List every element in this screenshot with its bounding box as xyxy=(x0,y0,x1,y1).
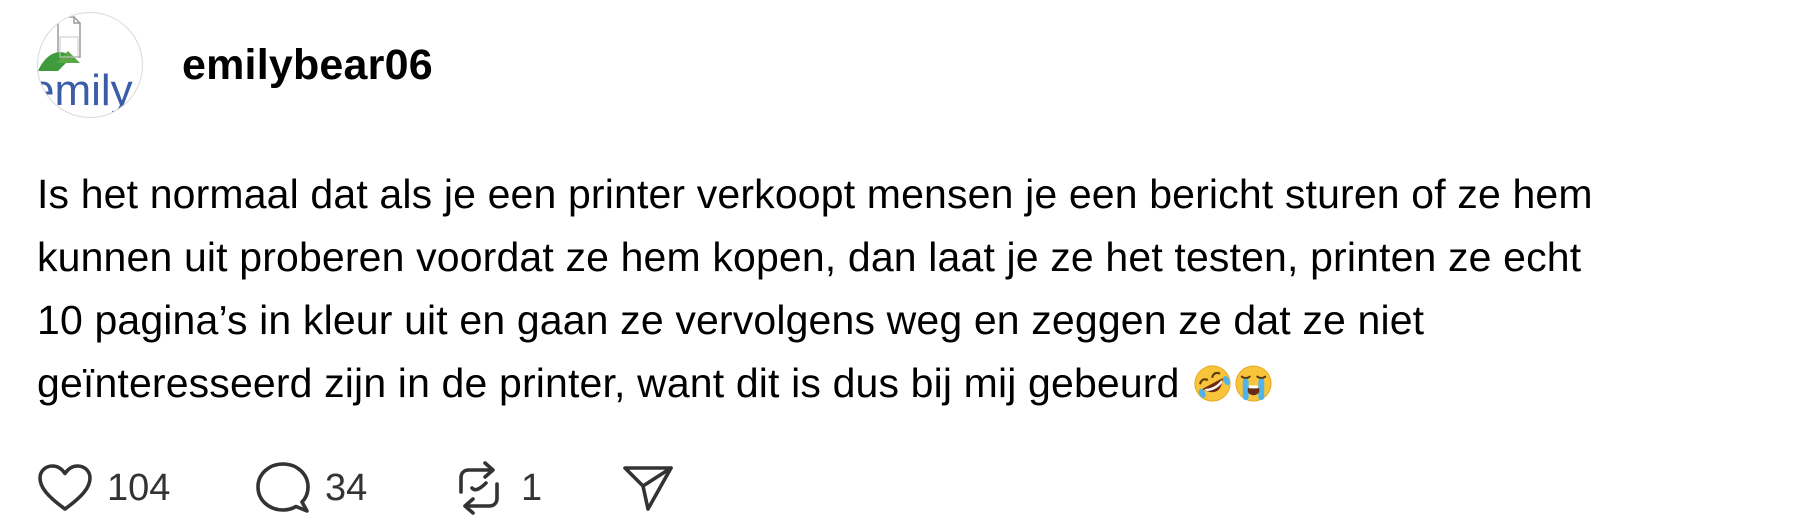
post-card: emily emilybear06 Is het normaal dat als… xyxy=(0,0,1800,522)
username[interactable]: emilybear06 xyxy=(182,44,433,87)
like-count: 104 xyxy=(107,467,171,509)
heart-icon xyxy=(38,464,92,511)
like-button[interactable]: 104 xyxy=(37,460,170,516)
repost-button[interactable]: 1 xyxy=(451,460,542,516)
share-button[interactable] xyxy=(621,460,675,516)
send-icon xyxy=(623,466,673,511)
repost-icon xyxy=(459,461,499,515)
avatar[interactable]: emily xyxy=(37,12,143,118)
avatar-alt-text: emily xyxy=(37,66,133,115)
rofl-emoji xyxy=(1194,365,1231,402)
comment-button[interactable]: 34 xyxy=(255,460,367,516)
speech-bubble-icon xyxy=(256,462,310,513)
loudly-crying-emoji xyxy=(1235,365,1272,402)
comment-count: 34 xyxy=(325,467,368,509)
repost-count: 1 xyxy=(521,467,543,509)
post-body: Is het normaal dat als je een printer ve… xyxy=(37,163,1787,415)
post-text: Is het normaal dat als je een printer ve… xyxy=(37,171,1593,406)
